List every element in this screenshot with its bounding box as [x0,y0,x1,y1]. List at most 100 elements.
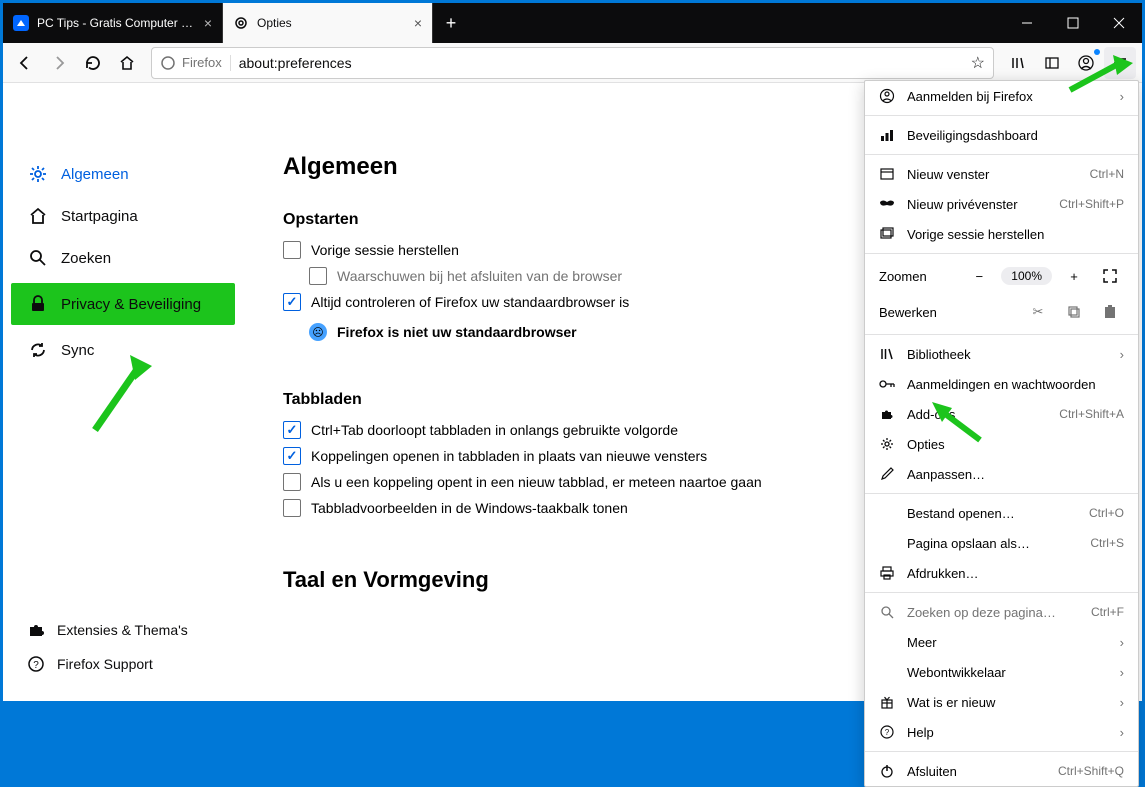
label: Aanmeldingen en wachtwoorden [907,377,1124,392]
menu-addons[interactable]: Add-ons Ctrl+Shift+A [865,399,1138,429]
menu-security-dashboard[interactable]: Beveiligingsdashboard [865,120,1138,150]
zoom-value[interactable]: 100% [1001,267,1052,285]
menu-save-as[interactable]: Pagina opslaan als… Ctrl+S [865,528,1138,558]
label: Opties [907,437,1124,452]
help-icon: ? [27,655,45,673]
sidebar-button[interactable] [1036,47,1068,79]
zoom-in-button[interactable]: + [1060,264,1088,288]
shortcut: Ctrl+Shift+P [1059,197,1124,211]
bookmark-star-icon[interactable]: ☆ [971,53,985,73]
menu-customize[interactable]: Aanpassen… [865,459,1138,489]
firefox-icon [160,55,176,71]
search-icon [27,247,49,269]
checkbox-icon[interactable] [283,293,301,311]
printer-icon [879,565,895,581]
menu-edit-row: Bewerken ✂ [865,294,1138,330]
menu-new-window[interactable]: Nieuw venster Ctrl+N [865,159,1138,189]
sidebar-item-label: Algemeen [61,166,129,183]
paste-button[interactable] [1096,300,1124,324]
sad-face-icon: ☹ [309,323,327,341]
close-icon[interactable]: × [414,15,422,31]
menu-help[interactable]: ? Help › [865,717,1138,747]
window-icon [879,166,895,182]
label: Vorige sessie herstellen [907,227,1124,242]
checkbox-icon [309,267,327,285]
checkbox-icon[interactable] [283,421,301,439]
sidebar-item-sync[interactable]: Sync [3,329,243,371]
tab-title: Opties [257,16,406,30]
reload-button[interactable] [77,47,109,79]
sync-icon [27,339,49,361]
checkbox-icon[interactable] [283,473,301,491]
sidebar-item-label: Startpagina [61,208,138,225]
menu-new-private-window[interactable]: Nieuw privévenster Ctrl+Shift+P [865,189,1138,219]
close-icon[interactable]: × [204,15,212,31]
sidebar-extensions-link[interactable]: Extensies & Thema's [3,613,243,647]
zoom-out-button[interactable]: − [965,264,993,288]
fullscreen-button[interactable] [1096,264,1124,288]
hamburger-menu-panel: Aanmelden bij Firefox › Beveiligingsdash… [864,80,1139,787]
shortcut: Ctrl+Shift+A [1059,407,1124,421]
shortcut: Ctrl+O [1089,506,1124,520]
checkbox-icon[interactable] [283,241,301,259]
gear-icon [27,163,49,185]
label: Altijd controleren of Firefox uw standaa… [311,294,629,310]
gift-icon [879,694,895,710]
chevron-right-icon: › [1120,635,1124,650]
sidebar-item-home[interactable]: Startpagina [3,195,243,237]
menu-library[interactable]: Bibliotheek › [865,339,1138,369]
account-button[interactable] [1070,47,1102,79]
label: Beveiligingsdashboard [907,128,1124,143]
label: Help [907,725,1108,740]
home-button[interactable] [111,47,143,79]
preferences-sidebar: Algemeen Startpagina Zoeken Privacy & Be… [3,83,243,701]
svg-text:?: ? [885,728,890,737]
url-bar[interactable]: Firefox about:preferences ☆ [151,47,994,79]
url-input[interactable]: about:preferences [239,55,963,71]
menu-quit[interactable]: Afsluiten Ctrl+Shift+Q [865,756,1138,786]
chevron-right-icon: › [1120,665,1124,680]
sidebar-item-general[interactable]: Algemeen [3,153,243,195]
forward-button[interactable] [43,47,75,79]
hamburger-menu-button[interactable] [1104,47,1136,79]
sidebar-item-privacy[interactable]: Privacy & Beveiliging [11,283,235,325]
identity-box[interactable]: Firefox [160,55,231,71]
sidebar-item-search[interactable]: Zoeken [3,237,243,279]
lock-icon [27,293,49,315]
menu-signin[interactable]: Aanmelden bij Firefox › [865,81,1138,111]
cut-button[interactable]: ✂ [1024,300,1052,324]
menu-logins[interactable]: Aanmeldingen en wachtwoorden [865,369,1138,399]
close-button[interactable] [1096,3,1142,43]
menu-whats-new[interactable]: Wat is er nieuw › [865,687,1138,717]
checkbox-icon[interactable] [283,499,301,517]
menu-find-in-page[interactable]: Zoeken op deze pagina… Ctrl+F [865,597,1138,627]
shortcut: Ctrl+Shift+Q [1058,764,1124,778]
new-tab-button[interactable]: + [433,3,469,43]
minimize-button[interactable] [1004,3,1050,43]
search-icon [879,604,895,620]
menu-open-file[interactable]: Bestand openen… Ctrl+O [865,498,1138,528]
menu-restore-session[interactable]: Vorige sessie herstellen [865,219,1138,249]
library-button[interactable] [1002,47,1034,79]
checkbox-icon[interactable] [283,447,301,465]
gear-icon [233,15,249,31]
tab-options[interactable]: Opties × [223,3,433,43]
power-icon [879,763,895,779]
maximize-button[interactable] [1050,3,1096,43]
back-button[interactable] [9,47,41,79]
label: Aanpassen… [907,467,1124,482]
menu-webdev[interactable]: Webontwikkelaar › [865,657,1138,687]
menu-print[interactable]: Afdrukken… [865,558,1138,588]
sidebar-support-link[interactable]: ? Firefox Support [3,647,243,681]
label: Waarschuwen bij het afsluiten van de bro… [337,268,622,284]
label: Tabbladvoorbeelden in de Windows-taakbal… [311,500,628,516]
label: Webontwikkelaar [907,665,1108,680]
label: Wat is er nieuw [907,695,1108,710]
copy-button[interactable] [1060,300,1088,324]
not-default-status: Firefox is niet uw standaardbrowser [337,324,577,340]
menu-more[interactable]: Meer › [865,627,1138,657]
shortcut: Ctrl+S [1090,536,1124,550]
key-icon [879,376,895,392]
tab-pctips[interactable]: PC Tips - Gratis Computer tips × [3,3,223,43]
menu-options[interactable]: Opties [865,429,1138,459]
